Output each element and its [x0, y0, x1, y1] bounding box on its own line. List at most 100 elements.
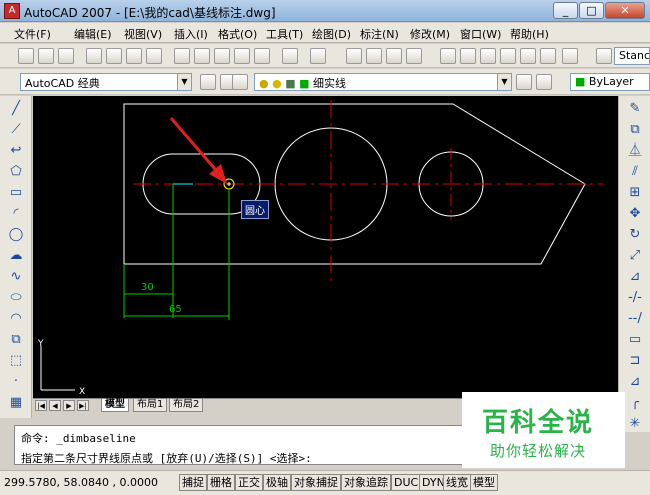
command-prompt-line[interactable]: 指定第二条尺寸界线原点或 [放弃(U)/选择(S)] <选择>: — [21, 450, 312, 466]
open-icon[interactable] — [38, 48, 54, 64]
close-button[interactable]: ✕ — [605, 2, 645, 19]
hatch-icon[interactable]: ▦ — [6, 394, 26, 411]
array-icon[interactable]: ⊞ — [625, 184, 645, 201]
otrack-toggle[interactable]: 对象追踪 — [341, 474, 391, 491]
lineweight-toggle[interactable]: 线宽 — [443, 474, 471, 491]
grid-toggle[interactable]: 栅格 — [207, 474, 235, 491]
chamfer-icon[interactable]: ⊿ — [625, 373, 645, 390]
model-toggle[interactable]: 模型 — [470, 474, 498, 491]
workspace-select[interactable]: AutoCAD 经典 ▼ — [20, 73, 192, 91]
next-tab-icon[interactable]: ▶ — [63, 400, 75, 411]
menu-dimension[interactable]: 标注(N) — [360, 26, 399, 42]
menu-format[interactable]: 格式(O) — [218, 26, 257, 42]
pan-icon[interactable] — [346, 48, 362, 64]
workspace-settings-icon[interactable] — [200, 74, 216, 90]
spline-icon[interactable]: ∿ — [6, 268, 26, 285]
ucs-x-label: X — [79, 387, 85, 397]
drawing-canvas[interactable]: 30 65 Y X 圆心 — [33, 96, 618, 398]
polar-toggle[interactable]: 极轴 — [263, 474, 291, 491]
osnap-toggle[interactable]: 对象捕捉 — [291, 474, 341, 491]
menu-draw[interactable]: 绘图(D) — [312, 26, 351, 42]
color-select[interactable]: ■ ByLayer — [570, 73, 650, 91]
revision-cloud-icon[interactable]: ☁ — [6, 247, 26, 264]
scale-icon[interactable]: ⤢ — [625, 247, 645, 264]
3d-dwf-icon[interactable] — [146, 48, 162, 64]
ellipse-icon[interactable]: ⬭ — [6, 289, 26, 306]
chevron-down-icon: ▼ — [177, 74, 191, 90]
save-icon[interactable] — [58, 48, 74, 64]
circle-icon[interactable]: ◯ — [6, 226, 26, 243]
explode-icon[interactable]: ✳ — [625, 415, 645, 432]
help-icon[interactable] — [562, 48, 578, 64]
zoom-previous-icon[interactable] — [406, 48, 422, 64]
ortho-toggle[interactable]: 正交 — [235, 474, 263, 491]
erase-icon[interactable]: ✎ — [625, 100, 645, 117]
text-style-select[interactable]: Stanc — [614, 47, 650, 65]
line-icon[interactable]: ╱ — [6, 100, 26, 117]
print-preview-icon[interactable] — [106, 48, 122, 64]
text-style-icon[interactable] — [596, 48, 612, 64]
menu-window[interactable]: 窗口(W) — [460, 26, 501, 42]
menu-help[interactable]: 帮助(H) — [510, 26, 549, 42]
zoom-realtime-icon[interactable] — [366, 48, 382, 64]
tool-palettes-icon[interactable] — [480, 48, 496, 64]
arc-icon[interactable]: ◜ — [6, 205, 26, 222]
cut-icon[interactable] — [174, 48, 190, 64]
last-tab-icon[interactable]: ▶| — [77, 400, 89, 411]
layer-select[interactable]: ● ● ■ ■ 细实线 ▼ — [254, 73, 512, 91]
menu-view[interactable]: 视图(V) — [124, 26, 162, 42]
publish-icon[interactable] — [126, 48, 142, 64]
rotate-icon[interactable]: ↻ — [625, 226, 645, 243]
tab-model[interactable]: 模型 — [101, 399, 129, 412]
markup-icon[interactable] — [520, 48, 536, 64]
menu-tools[interactable]: 工具(T) — [266, 26, 303, 42]
tab-layout2[interactable]: 布局2 — [169, 399, 204, 412]
tab-layout1[interactable]: 布局1 — [133, 399, 168, 412]
copy-object-icon[interactable]: ⧉ — [625, 121, 645, 138]
menu-file[interactable]: 文件(F) — [14, 26, 51, 42]
design-center-icon[interactable] — [460, 48, 476, 64]
break-icon[interactable]: ▭ — [625, 331, 645, 348]
polygon-icon[interactable]: ⬠ — [6, 163, 26, 180]
stretch-icon[interactable]: ⊿ — [625, 268, 645, 285]
mirror-icon[interactable]: ⏅ — [625, 142, 645, 159]
draw-toolbar: ╱ ⟋ ↩ ⬠ ▭ ◜ ◯ ☁ ∿ ⬭ ◠ ⧉ ⬚ · ▦ — [0, 96, 32, 418]
calculator-icon[interactable] — [540, 48, 556, 64]
make-current-layer-icon[interactable] — [516, 74, 532, 90]
offset-icon[interactable]: ⫽ — [625, 163, 645, 180]
copy-icon[interactable] — [194, 48, 210, 64]
polyline-icon[interactable]: ↩ — [6, 142, 26, 159]
make-block-icon[interactable]: ⬚ — [6, 352, 26, 369]
new-icon[interactable] — [18, 48, 34, 64]
rectangle-icon[interactable]: ▭ — [6, 184, 26, 201]
paste-icon[interactable] — [214, 48, 230, 64]
construction-line-icon[interactable]: ⟋ — [6, 121, 26, 138]
menu-edit[interactable]: 编辑(E) — [74, 26, 112, 42]
menu-modify[interactable]: 修改(M) — [410, 26, 450, 42]
first-tab-icon[interactable]: |◀ — [35, 400, 47, 411]
move-icon[interactable]: ✥ — [625, 205, 645, 222]
join-icon[interactable]: ⊐ — [625, 352, 645, 369]
extend-icon[interactable]: --/ — [625, 310, 645, 327]
prev-tab-icon[interactable]: ◀ — [49, 400, 61, 411]
sheet-set-icon[interactable] — [500, 48, 516, 64]
properties-icon[interactable] — [440, 48, 456, 64]
insert-block-icon[interactable]: ⧉ — [6, 331, 26, 348]
match-properties-icon[interactable] — [234, 48, 250, 64]
ellipse-arc-icon[interactable]: ◠ — [6, 310, 26, 327]
snap-toggle[interactable]: 捕捉 — [179, 474, 207, 491]
block-editor-icon[interactable] — [254, 48, 270, 64]
print-icon[interactable] — [86, 48, 102, 64]
menu-insert[interactable]: 插入(I) — [174, 26, 208, 42]
point-icon[interactable]: · — [6, 373, 26, 390]
redo-icon[interactable] — [310, 48, 326, 64]
layer-previous-icon[interactable] — [536, 74, 552, 90]
minimize-button[interactable]: _ — [553, 2, 578, 19]
chevron-down-icon: ▼ — [497, 74, 511, 90]
zoom-window-icon[interactable] — [386, 48, 402, 64]
layer-manager-icon[interactable] — [232, 74, 248, 90]
undo-icon[interactable] — [282, 48, 298, 64]
maximize-button[interactable]: □ — [579, 2, 604, 19]
trim-icon[interactable]: -/- — [625, 289, 645, 306]
fillet-icon[interactable]: ╭ — [625, 394, 645, 411]
